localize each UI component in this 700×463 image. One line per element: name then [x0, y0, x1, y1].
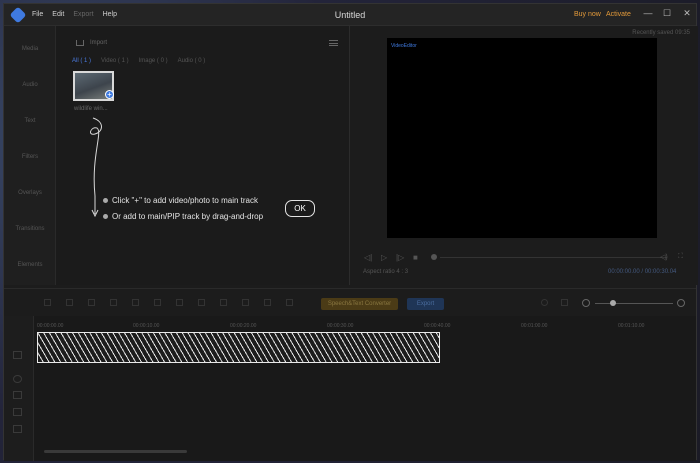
export-button[interactable]: Export [407, 298, 444, 310]
edit-toolbar: Speech&Text Converter Export [4, 288, 696, 316]
speed-icon[interactable] [154, 299, 161, 306]
sidebar-item-media[interactable]: Media [4, 46, 56, 52]
zoom-slider-knob[interactable] [610, 300, 616, 306]
ruler-tick: 00:01:00.00 [521, 323, 548, 329]
main-track-icon [13, 351, 22, 359]
marker-icon[interactable] [541, 299, 548, 306]
tab-audio[interactable]: Audio ( 0 ) [178, 58, 206, 64]
redo-icon[interactable] [66, 299, 73, 306]
split-icon[interactable] [88, 299, 95, 306]
aspect-ratio-label: Aspect ratio [363, 269, 395, 275]
menu-edit[interactable]: Edit [52, 11, 64, 18]
add-to-track-icon[interactable]: + [105, 90, 114, 99]
ruler-tick: 00:00:40.00 [424, 323, 451, 329]
ruler-tick: 00:00:00.00 [37, 323, 64, 329]
sidebar-item-elements[interactable]: Elements [4, 262, 56, 268]
time-display: 00:00:00.00 / 00:00:30.04 [608, 269, 677, 275]
ruler-tick: 00:01:10.00 [618, 323, 645, 329]
menu-help[interactable]: Help [103, 11, 117, 18]
menu-file[interactable]: File [32, 11, 43, 18]
crop-icon[interactable] [132, 299, 139, 306]
sidebar-item-audio[interactable]: Audio [4, 82, 56, 88]
sidebar-item-transitions[interactable]: Transitions [4, 226, 56, 232]
scrub-bar[interactable] [440, 257, 667, 258]
tab-all[interactable]: All ( 1 ) [72, 58, 91, 64]
zoom-out-icon[interactable] [582, 299, 590, 307]
title-bar: File Edit Export Help Untitled Buy now A… [4, 4, 696, 26]
ruler-tick: 00:00:20.00 [230, 323, 257, 329]
thumbnail-name: wildlife win... [74, 106, 108, 112]
undo-icon[interactable] [44, 299, 51, 306]
text-track-icon [13, 391, 22, 399]
preview-screen: VideoEditor [387, 38, 657, 238]
aspect-ratio-value[interactable]: 4 : 3 [396, 269, 408, 275]
minimize-button[interactable]: — [641, 8, 655, 18]
tip-drag-drop: Or add to main/PIP track by drag-and-dro… [102, 212, 264, 221]
preview-panel: Recently saved 09:35 VideoEditor ◁| ▷ |▷… [350, 26, 698, 285]
tip-add-main-track: Click "+" to add video/photo to main tra… [103, 196, 258, 205]
rotate-icon[interactable] [176, 299, 183, 306]
media-thumbnail[interactable]: + [73, 71, 114, 101]
delete-icon[interactable] [110, 299, 117, 306]
fit-timeline-icon[interactable] [561, 299, 568, 306]
next-frame-button[interactable]: |▷ [396, 253, 404, 262]
media-panel: Import All ( 1 ) Video ( 1 ) Image ( 0 )… [56, 26, 350, 285]
play-button[interactable]: ▷ [381, 253, 387, 262]
maximize-button[interactable]: ☐ [660, 8, 674, 19]
timeline: 00:00:00.00 00:00:10.00 00:00:20.00 00:0… [4, 316, 696, 461]
hint-arrow-icon [90, 117, 102, 218]
ruler-tick: 00:00:10.00 [133, 323, 160, 329]
freeze-icon[interactable] [220, 299, 227, 306]
timeline-scrollbar[interactable] [44, 450, 187, 453]
sidebar-item-filters[interactable]: Filters [4, 154, 56, 160]
prev-frame-button[interactable]: ◁| [364, 253, 372, 262]
track-headers [4, 316, 34, 461]
voiceover-icon[interactable] [286, 299, 293, 306]
aspect-ratio[interactable]: Aspect ratio 4 : 3 [363, 269, 408, 275]
menu-export[interactable]: Export [73, 11, 93, 18]
ruler-tick: 00:00:30.00 [327, 323, 354, 329]
media-filter-tabs: All ( 1 ) Video ( 1 ) Image ( 0 ) Audio … [72, 58, 205, 64]
close-button[interactable]: ✕ [680, 8, 694, 19]
speech-text-converter-button[interactable]: Speech&Text Converter [321, 298, 398, 310]
volume-icon[interactable]: ◁) [660, 253, 668, 261]
list-view-icon[interactable] [329, 40, 338, 46]
mosaic-icon[interactable] [198, 299, 205, 306]
pip-track-icon [13, 375, 22, 383]
record-icon[interactable] [264, 299, 271, 306]
playhead-knob[interactable] [431, 254, 437, 260]
app-logo-icon [9, 6, 27, 24]
tab-video[interactable]: Video ( 1 ) [101, 58, 129, 64]
zoom-in-icon[interactable] [677, 299, 685, 307]
filter-track-icon [13, 408, 22, 416]
sidebar-item-overlays[interactable]: Overlays [4, 190, 56, 196]
import-icon[interactable] [76, 40, 84, 46]
app-window: File Edit Export Help Untitled Buy now A… [3, 3, 698, 461]
audio-track-icon [13, 425, 22, 433]
buy-now-link[interactable]: Buy now [574, 11, 601, 18]
fullscreen-icon[interactable]: ⛶ [678, 253, 683, 261]
zoom-slider[interactable] [595, 303, 673, 304]
video-clip[interactable] [37, 332, 440, 363]
watermark: VideoEditor [391, 43, 417, 49]
sidebar: Media Audio Text Filters Overlays Transi… [4, 26, 56, 285]
import-button[interactable]: Import [90, 40, 107, 46]
menu-bar: File Edit Export Help [32, 11, 117, 18]
stop-button[interactable]: ■ [413, 253, 418, 262]
sidebar-item-text[interactable]: Text [4, 118, 56, 124]
ok-button[interactable]: OK [285, 200, 315, 217]
activate-link[interactable]: Activate [606, 11, 631, 18]
saved-status: Recently saved 09:35 [632, 30, 690, 36]
tab-image[interactable]: Image ( 0 ) [139, 58, 168, 64]
duration-icon[interactable] [242, 299, 249, 306]
